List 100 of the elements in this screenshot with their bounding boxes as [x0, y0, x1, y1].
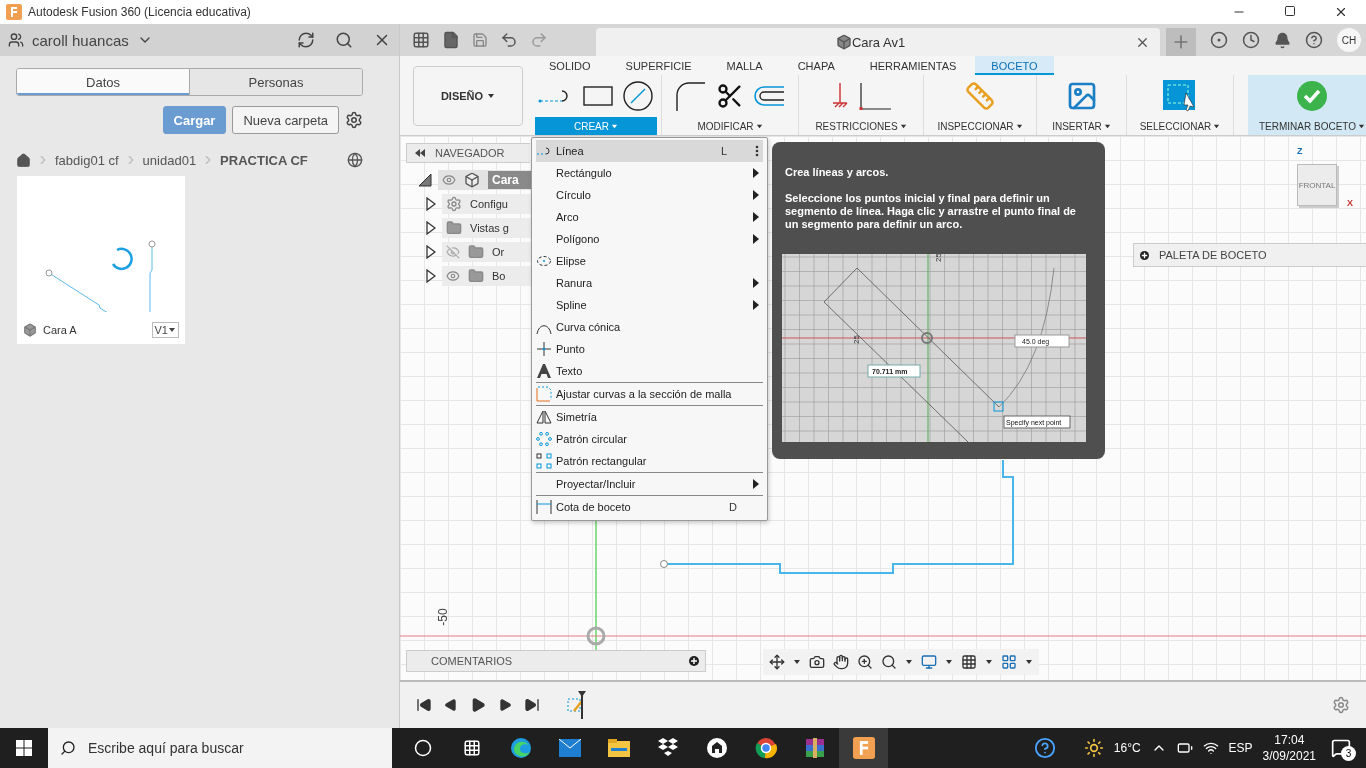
search-field[interactable]: Escribe aquí para buscar	[88, 728, 392, 768]
dropbox-icon[interactable]	[656, 738, 679, 758]
menu-item[interactable]: Patrón rectangular	[536, 450, 763, 472]
ribbon-group-menu[interactable]: RESTRICCIONES	[803, 117, 919, 135]
tree-item-label[interactable]: Bo	[492, 270, 506, 282]
orbit-icon[interactable]	[769, 654, 785, 670]
menu-item[interactable]: Simetría	[536, 406, 763, 428]
perpendicular-icon[interactable]	[858, 81, 892, 111]
fit-icon[interactable]	[881, 654, 897, 670]
add-icon[interactable]	[1140, 250, 1149, 260]
menu-item[interactable]: Arco	[536, 206, 763, 228]
expand-arrow-icon[interactable]	[426, 221, 436, 235]
apps-grid-icon[interactable]	[412, 31, 430, 49]
cortana-icon[interactable]	[413, 739, 432, 757]
check-icon[interactable]	[1296, 80, 1328, 112]
home-icon[interactable]	[16, 152, 31, 168]
panel-tab[interactable]: Datos	[17, 69, 189, 95]
new-folder-button[interactable]: Nueva carpeta	[232, 106, 339, 134]
sketch-palette-header[interactable]: PALETA DE BOCETO	[1133, 243, 1366, 267]
settings-icon[interactable]	[345, 111, 363, 129]
wifi-icon[interactable]	[1202, 740, 1219, 756]
help-icon[interactable]	[1033, 737, 1056, 759]
collapse-icon[interactable]	[415, 149, 425, 157]
select-icon[interactable]	[1162, 79, 1198, 113]
step-forward-icon[interactable]	[498, 698, 512, 712]
mail-icon[interactable]	[558, 739, 581, 757]
look-at-icon[interactable]	[809, 654, 825, 670]
breadcrumb-item[interactable]: PRACTICA CF	[220, 152, 308, 168]
menu-item[interactable]: Ajustar curvas a la sección de malla	[536, 383, 763, 405]
first-frame-icon[interactable]	[416, 697, 432, 713]
workspace-dropdown[interactable]: DISEÑO	[413, 66, 523, 126]
user-name[interactable]: caroll huancas	[32, 31, 129, 49]
ribbon-group-menu[interactable]: INSPECCIONAR	[928, 117, 1032, 135]
ribbon-tab[interactable]: BOCETO	[975, 56, 1054, 75]
last-frame-icon[interactable]	[524, 697, 540, 713]
refresh-icon[interactable]	[297, 31, 315, 49]
clock-display[interactable]: 17:04 3/09/2021	[1262, 732, 1316, 764]
menu-item[interactable]: Proyectar/Incluir	[536, 473, 763, 495]
menu-item[interactable]: Cota de boceto D	[536, 496, 763, 518]
ribbon-tab[interactable]: SUPERFICIE	[609, 56, 708, 75]
clock-icon[interactable]	[1242, 31, 1260, 49]
file-name[interactable]: Cara A	[43, 324, 77, 336]
breadcrumb-item[interactable]: unidad01	[142, 152, 197, 168]
fillet-tool-icon[interactable]	[674, 79, 708, 113]
add-icon[interactable]	[689, 656, 699, 666]
expand-arrow-icon[interactable]	[418, 173, 432, 187]
menu-item[interactable]: Curva cónica	[536, 316, 763, 338]
help-icon[interactable]	[1305, 31, 1323, 49]
rectangle-tool-icon[interactable]	[582, 84, 614, 108]
maximize-icon[interactable]	[1284, 5, 1296, 17]
user-avatar[interactable]: CH	[1337, 28, 1361, 52]
temperature-text[interactable]: 16°C	[1113, 741, 1141, 755]
archive-icon[interactable]	[803, 737, 826, 759]
offset-tool-icon[interactable]	[752, 84, 786, 108]
menu-item[interactable]: Spline	[536, 294, 763, 316]
menu-item[interactable]: Polígono	[536, 228, 763, 250]
version-dropdown[interactable]: V1	[151, 322, 179, 338]
menu-item[interactable]: Elipse	[536, 250, 763, 272]
play-icon[interactable]	[470, 697, 486, 713]
undo-icon[interactable]	[500, 31, 518, 49]
globe-icon[interactable]	[347, 152, 363, 168]
chrome-icon[interactable]	[754, 737, 777, 759]
expand-arrow-icon[interactable]	[426, 197, 436, 211]
document-tab[interactable]: Cara Av1	[596, 28, 1160, 56]
folder-icon[interactable]	[607, 739, 630, 757]
navigator-header[interactable]: NAVEGADOR	[406, 143, 530, 163]
grid-icon[interactable]	[961, 654, 977, 670]
app-icon[interactable]	[705, 737, 728, 759]
menu-item[interactable]: Círculo	[536, 184, 763, 206]
ribbon-group-menu[interactable]: MODIFICAR	[666, 117, 794, 135]
eye-icon[interactable]	[446, 269, 460, 283]
menu-item[interactable]: Ranura	[536, 272, 763, 294]
start-icon[interactable]	[16, 740, 32, 756]
viewports-icon[interactable]	[1001, 654, 1017, 670]
ribbon-tab[interactable]: MALLA	[710, 56, 779, 75]
ribbon-group-menu[interactable]: INSERTAR	[1041, 117, 1122, 135]
view-cube[interactable]: FRONTAL	[1297, 164, 1337, 206]
search-icon[interactable]	[335, 31, 353, 49]
file-icon[interactable]	[442, 31, 460, 49]
menu-item[interactable]: Punto	[536, 338, 763, 360]
display-icon[interactable]	[921, 654, 937, 670]
weather-icon[interactable]	[1083, 738, 1104, 758]
battery-icon[interactable]	[1176, 740, 1193, 756]
menu-item[interactable]: Patrón circular	[536, 428, 763, 450]
panel-tab[interactable]: Personas	[189, 69, 362, 95]
step-back-icon[interactable]	[444, 698, 458, 712]
bell-icon[interactable]	[1274, 31, 1291, 49]
circle-tool-icon[interactable]	[622, 80, 654, 112]
pan-icon[interactable]	[833, 654, 849, 670]
menu-item[interactable]: Línea L	[536, 140, 763, 162]
ribbon-tab[interactable]: HERRAMIENTAS	[853, 56, 973, 75]
comments-bar[interactable]: COMENTARIOS	[406, 650, 706, 672]
tree-item-label[interactable]: Or	[492, 246, 505, 258]
close-icon[interactable]	[1334, 5, 1348, 19]
ribbon-tab[interactable]: SOLIDO	[533, 56, 607, 75]
more-icon[interactable]	[755, 145, 759, 157]
task-view-icon[interactable]	[462, 739, 481, 757]
browser-icon[interactable]	[509, 737, 532, 759]
zoom-icon[interactable]	[857, 654, 873, 670]
ribbon-tab[interactable]: CHAPA	[781, 56, 851, 75]
